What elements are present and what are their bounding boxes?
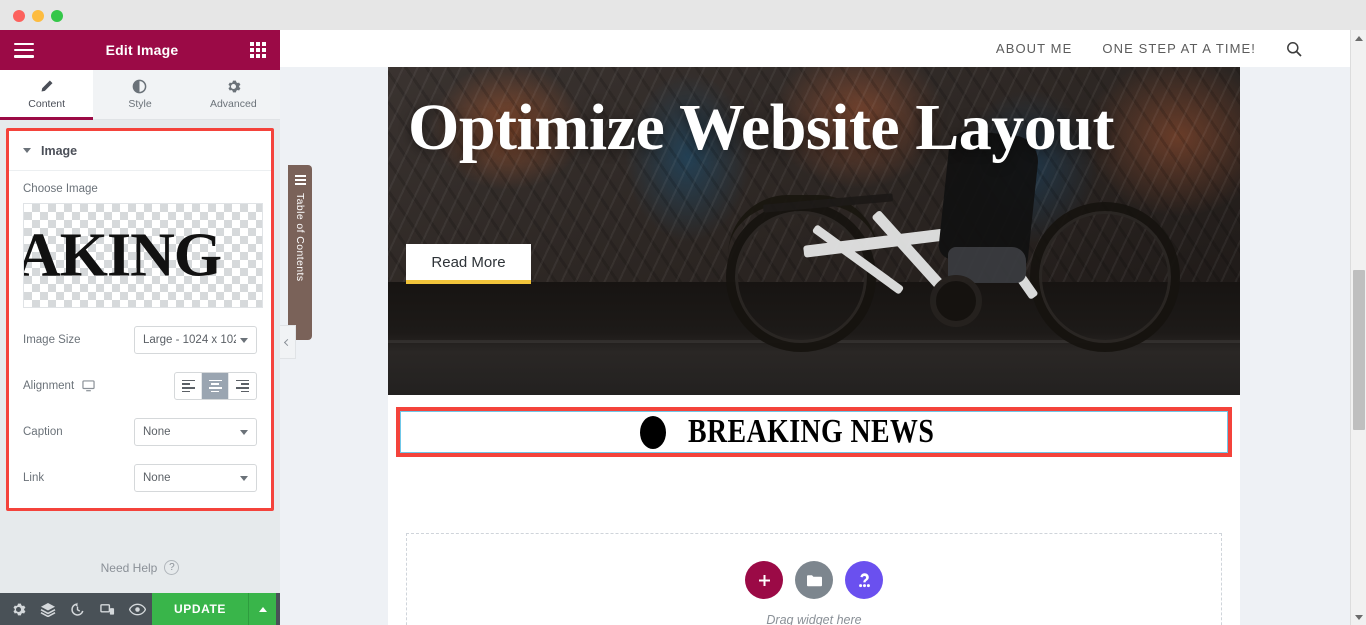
need-help-link[interactable]: Need Help ?: [0, 560, 280, 575]
chevron-down-icon: [240, 337, 248, 343]
link-row: Link None: [23, 464, 257, 492]
bicycle-illustration: [708, 128, 1228, 362]
caption-row: Caption None: [23, 418, 257, 446]
caption-label: Caption: [23, 426, 63, 438]
page-scrollbar[interactable]: [1350, 30, 1366, 625]
need-help-label: Need Help: [100, 560, 158, 575]
tab-advanced[interactable]: Advanced: [186, 70, 280, 119]
alignment-row: Alignment: [23, 372, 257, 400]
widget-selection-outline: BREAKING NEWS: [400, 411, 1228, 453]
breaking-news-image-widget[interactable]: BREAKING NEWS: [396, 407, 1232, 457]
align-left-button[interactable]: [175, 373, 202, 399]
image-section: Image Choose Image AKING Image Size Larg…: [6, 128, 274, 511]
gear-icon[interactable]: [4, 593, 34, 625]
image-section-title: Image: [41, 143, 78, 158]
scrollbar-up-button[interactable]: [1351, 30, 1366, 46]
chevron-down-icon: [240, 429, 248, 435]
table-of-contents-label: Table of Contents: [294, 193, 306, 282]
maximize-window-button[interactable]: [51, 10, 63, 22]
tab-advanced-label: Advanced: [209, 98, 257, 110]
minimize-window-button[interactable]: [32, 10, 44, 22]
site-navigation: ABOUT ME ONE STEP AT A TIME!: [280, 30, 1350, 67]
image-preview-text: AKING: [23, 221, 222, 289]
panel-tabs: Content Style Advanced: [0, 70, 280, 120]
contrast-circle-icon: [132, 79, 147, 94]
tab-style-label: Style: [128, 98, 152, 110]
caret-up-icon: [1355, 35, 1363, 41]
pencil-icon: [39, 79, 54, 94]
caption-select[interactable]: None: [134, 418, 257, 446]
window-traffic-lights: [13, 10, 63, 22]
update-options-button[interactable]: [248, 593, 277, 625]
table-of-contents-tab[interactable]: Table of Contents: [288, 165, 312, 340]
link-label: Link: [23, 472, 45, 484]
caret-up-icon: [258, 606, 267, 612]
history-icon[interactable]: [63, 593, 93, 625]
ai-robot-icon[interactable]: [845, 561, 883, 599]
update-button[interactable]: UPDATE: [151, 593, 249, 625]
editor-canvas: ABOUT ME ONE STEP AT A TIME! Optimize We…: [280, 30, 1366, 625]
tab-style[interactable]: Style: [93, 70, 187, 119]
question-mark-circle-icon: ?: [164, 560, 180, 575]
chevron-down-icon: [23, 148, 31, 153]
nav-link-about-me[interactable]: ABOUT ME: [996, 41, 1072, 56]
image-size-row: Image Size Large - 1024 x 102: [23, 326, 257, 354]
hero-section: Optimize Website Layout Read More: [388, 67, 1240, 395]
nav-link-one-step-at-a-time[interactable]: ONE STEP AT A TIME!: [1102, 41, 1256, 56]
tab-content-label: Content: [28, 98, 66, 110]
hero-title: Optimize Website Layout: [408, 91, 1114, 164]
desktop-monitor-icon[interactable]: [82, 380, 95, 392]
filled-circle-icon: [639, 415, 666, 449]
drag-widget-dropzone[interactable]: Drag widget here: [406, 533, 1222, 625]
dropzone-buttons: [745, 561, 883, 599]
caret-down-icon: [1355, 614, 1363, 620]
image-section-header[interactable]: Image: [9, 131, 271, 171]
dropzone-label: Drag widget here: [766, 613, 862, 625]
list-lines-icon: [294, 175, 306, 185]
chevron-left-icon: [283, 338, 292, 346]
chevron-down-icon: [240, 475, 248, 481]
search-icon[interactable]: [1286, 41, 1302, 57]
image-section-content: Choose Image AKING Image Size Large - 10…: [9, 171, 271, 508]
link-value: None: [143, 472, 171, 484]
page-content: Optimize Website Layout Read More BREAKI…: [388, 67, 1240, 625]
panel-header: Edit Image: [0, 30, 280, 70]
alignment-button-group: [174, 372, 257, 400]
scrollbar-down-button[interactable]: [1351, 609, 1366, 625]
responsive-mode-icon[interactable]: [93, 593, 123, 625]
caption-value: None: [143, 426, 171, 438]
panel-body: Image Choose Image AKING Image Size Larg…: [0, 120, 280, 593]
align-center-button[interactable]: [202, 373, 229, 399]
image-size-label: Image Size: [23, 334, 81, 346]
window-titlebar: [0, 0, 1366, 30]
preview-eye-icon[interactable]: [122, 593, 152, 625]
link-select[interactable]: None: [134, 464, 257, 492]
image-size-select[interactable]: Large - 1024 x 102: [134, 326, 257, 354]
widgets-grid-icon[interactable]: [249, 42, 266, 58]
read-more-button[interactable]: Read More: [406, 244, 531, 284]
panel-title: Edit Image: [105, 42, 179, 58]
add-element-button[interactable]: [745, 561, 783, 599]
elementor-panel: Edit Image Content Style Advanced Image …: [0, 30, 280, 625]
choose-image-label: Choose Image: [23, 183, 98, 195]
image-preview-thumbnail[interactable]: AKING: [23, 203, 263, 308]
hamburger-menu-icon[interactable]: [14, 42, 34, 58]
align-right-button[interactable]: [229, 373, 256, 399]
scrollbar-thumb[interactable]: [1353, 270, 1365, 430]
panel-footer: UPDATE: [0, 593, 280, 625]
panel-collapse-button[interactable]: [280, 325, 296, 359]
alignment-label: Alignment: [23, 380, 75, 392]
gear-icon: [226, 79, 241, 94]
breaking-news-text: BREAKING NEWS: [687, 413, 935, 450]
close-window-button[interactable]: [13, 10, 25, 22]
add-template-button[interactable]: [795, 561, 833, 599]
tab-content[interactable]: Content: [0, 70, 94, 120]
update-button-group: UPDATE: [151, 593, 277, 625]
layers-icon[interactable]: [34, 593, 64, 625]
image-size-value: Large - 1024 x 102: [143, 334, 236, 346]
